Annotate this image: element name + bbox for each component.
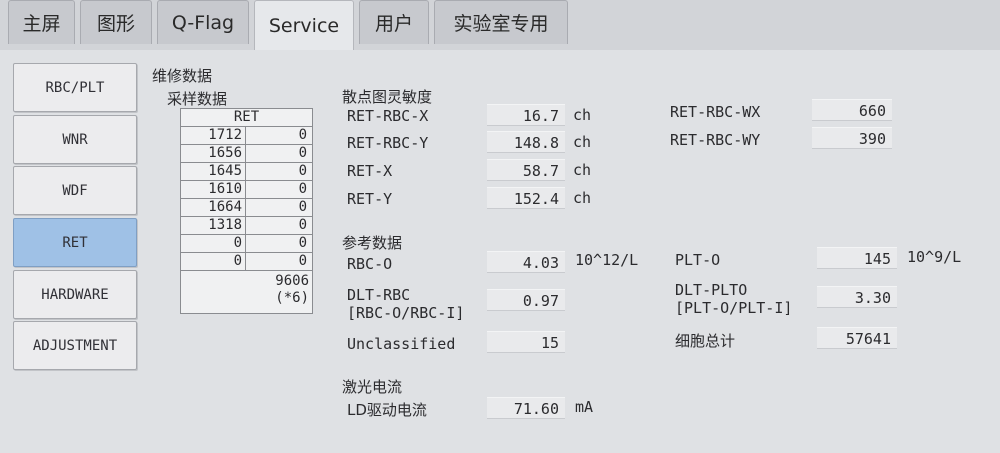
laser-current-title: 激光电流 bbox=[342, 378, 403, 396]
ret-rbc-wy-label: RET-RBC-WY bbox=[670, 131, 761, 149]
table-cell: 0 bbox=[298, 163, 307, 179]
table-cell: 0 bbox=[181, 235, 246, 252]
dlt-plto-value: 3.30 bbox=[817, 286, 897, 308]
table-cell: 1664 bbox=[181, 199, 246, 216]
table-cell: 0 bbox=[298, 145, 307, 161]
menu-ret[interactable]: RET bbox=[13, 218, 137, 267]
ret-rbc-wx-value: 660 bbox=[812, 99, 892, 121]
tab-bar: 主屏 图形 Q-Flag Service 用户 实验室专用 bbox=[0, 0, 1000, 50]
dlt-rbc-label: DLT-RBC bbox=[347, 286, 411, 304]
ret-rbc-y-unit: ch bbox=[573, 133, 592, 151]
table-cell: 1645 bbox=[181, 163, 246, 180]
unclassified-value: 15 bbox=[487, 331, 565, 353]
reference-data-title: 参考数据 bbox=[342, 234, 403, 252]
ld-drive-current-unit: mA bbox=[575, 398, 594, 416]
ret-table-header: RET bbox=[181, 109, 312, 127]
cell-total-value: 57641 bbox=[817, 327, 897, 349]
table-row: 1645 0 bbox=[181, 163, 312, 181]
table-cell: 0 bbox=[298, 217, 307, 233]
table-row: 00 bbox=[181, 235, 312, 253]
ret-y-label: RET-Y bbox=[347, 190, 393, 208]
ret-y-unit: ch bbox=[573, 189, 592, 207]
dlt-rbc-sublabel: [RBC-O/RBC-I] bbox=[347, 304, 465, 322]
tab-user[interactable]: 用户 bbox=[359, 0, 429, 44]
ret-rbc-wx-label: RET-RBC-WX bbox=[670, 103, 761, 121]
table-cell: 0 bbox=[298, 253, 307, 269]
table-row: 1664 0 bbox=[181, 199, 312, 217]
dlt-plto-label: DLT-PLTO bbox=[675, 281, 748, 299]
dlt-plto-sublabel: [PLT-O/PLT-I] bbox=[675, 299, 793, 317]
cell-total-label: 细胞总计 bbox=[675, 332, 736, 350]
table-row: 1610 0 bbox=[181, 181, 312, 199]
ret-rbc-y-label: RET-RBC-Y bbox=[347, 134, 429, 152]
scatter-sensitivity-title: 散点图灵敏度 bbox=[342, 88, 433, 106]
table-cell: 0 bbox=[298, 181, 307, 197]
tab-service[interactable]: Service bbox=[254, 0, 354, 50]
plt-o-label: PLT-O bbox=[675, 251, 721, 269]
rbc-o-label: RBC-O bbox=[347, 255, 393, 273]
table-cell: 1610 bbox=[181, 181, 246, 198]
plt-o-value: 145 bbox=[817, 247, 897, 269]
plt-o-unit: 10^9/L bbox=[907, 248, 962, 266]
menu-adjustment[interactable]: ADJUSTMENT bbox=[13, 321, 137, 370]
ret-rbc-wy-value: 390 bbox=[812, 127, 892, 149]
menu-hardware[interactable]: HARDWARE bbox=[13, 270, 137, 319]
ld-drive-current-value: 71.60 bbox=[487, 397, 565, 419]
ret-sample-table: RET 1712 0 1656 0 1645 0 1610 0 1664 0 1318 0 … bbox=[180, 108, 313, 314]
rbc-o-unit: 10^12/L bbox=[575, 251, 639, 269]
tab-graph[interactable]: 图形 bbox=[80, 0, 152, 44]
ret-total-value: 9606 bbox=[275, 273, 309, 289]
tab-lab-only[interactable]: 实验室专用 bbox=[434, 0, 568, 44]
menu-wnr[interactable]: WNR bbox=[13, 115, 137, 164]
maintenance-data-title: 维修数据 bbox=[152, 67, 213, 85]
ret-y-value: 152.4 bbox=[487, 187, 565, 209]
ret-x-label: RET-X bbox=[347, 162, 393, 180]
tab-main[interactable]: 主屏 bbox=[8, 0, 75, 44]
table-row: 1656 0 bbox=[181, 145, 312, 163]
table-cell: 1318 bbox=[181, 217, 246, 234]
rbc-o-value: 4.03 bbox=[487, 251, 565, 273]
table-row: 00 bbox=[181, 253, 312, 271]
unclassified-label: Unclassified bbox=[347, 335, 456, 353]
ret-x-value: 58.7 bbox=[487, 159, 565, 181]
table-cell: 0 bbox=[298, 127, 307, 143]
table-cell: 1656 bbox=[181, 145, 246, 162]
menu-rbc-plt[interactable]: RBC/PLT bbox=[13, 63, 137, 112]
table-row: 1318 0 bbox=[181, 217, 312, 235]
ret-table-total: 9606 (*6) bbox=[181, 271, 312, 313]
dlt-rbc-value: 0.97 bbox=[487, 289, 565, 311]
sample-data-title: 采样数据 bbox=[167, 90, 228, 108]
tab-qflag[interactable]: Q-Flag bbox=[157, 0, 249, 44]
ld-drive-current-label: LD驱动电流 bbox=[347, 401, 427, 419]
ret-rbc-x-label: RET-RBC-X bbox=[347, 107, 429, 125]
ret-x-unit: ch bbox=[573, 161, 592, 179]
menu-wdf[interactable]: WDF bbox=[13, 166, 137, 215]
ret-rbc-x-unit: ch bbox=[573, 106, 592, 124]
ret-total-note: (*6) bbox=[275, 290, 309, 306]
table-cell: 0 bbox=[298, 199, 307, 215]
table-cell: 0 bbox=[298, 235, 307, 251]
ret-rbc-x-value: 16.7 bbox=[487, 104, 565, 126]
table-cell: 1712 bbox=[181, 127, 246, 144]
ret-rbc-y-value: 148.8 bbox=[487, 131, 565, 153]
table-cell: 0 bbox=[181, 253, 246, 270]
table-row: 1712 0 bbox=[181, 127, 312, 145]
